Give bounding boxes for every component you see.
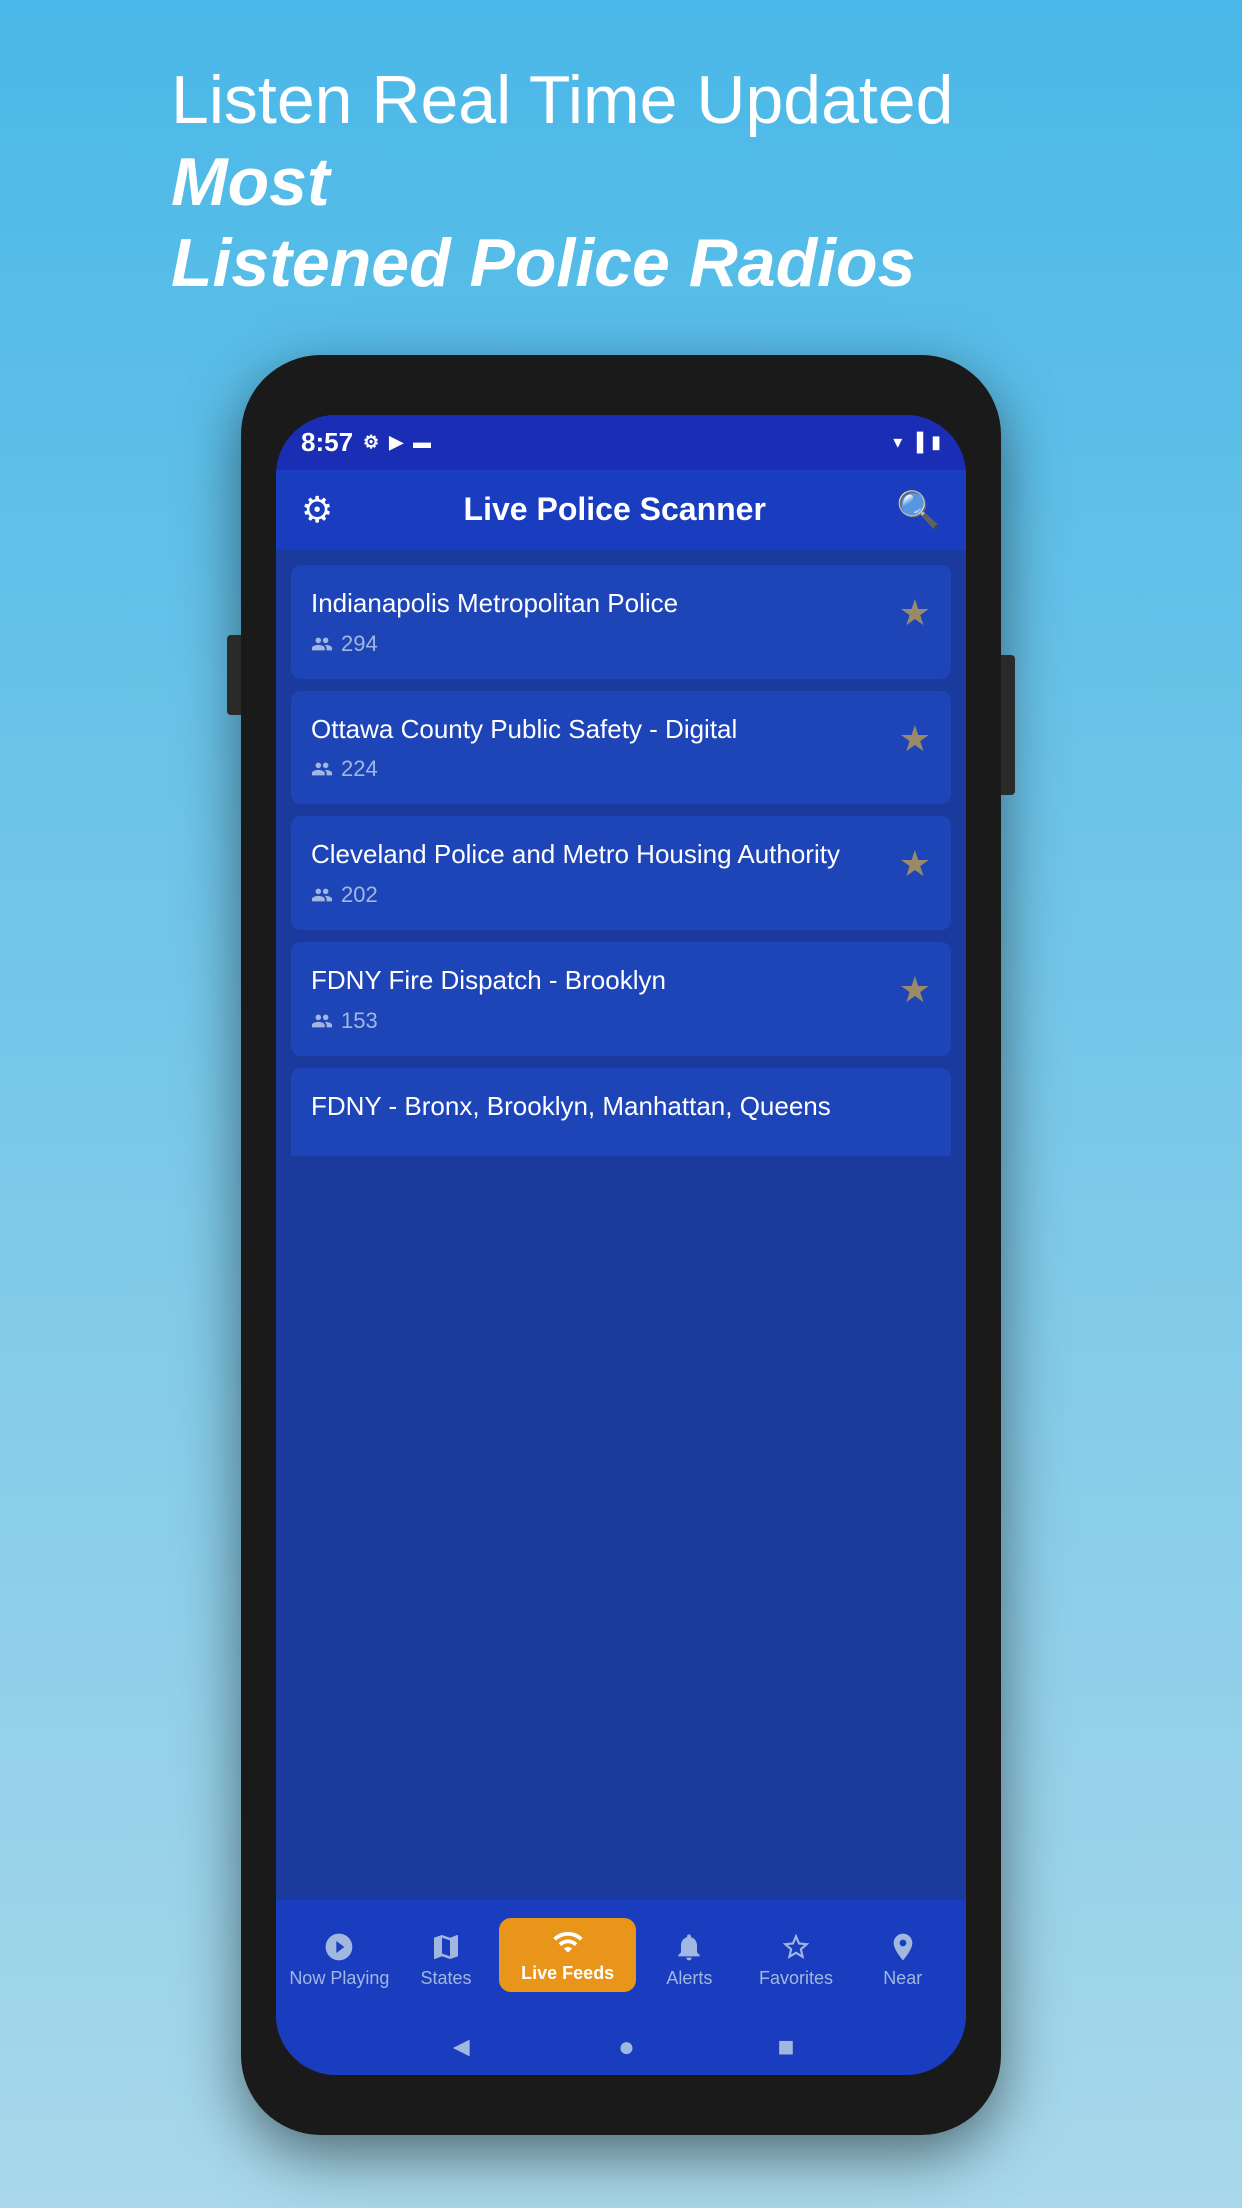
feed-item-2-listeners: 224 [311, 756, 884, 782]
feed-item-3-content: Cleveland Police and Metro Housing Autho… [311, 838, 884, 908]
play-circle-icon [323, 1931, 355, 1963]
feed-item-1-count: 294 [341, 631, 378, 657]
near-icon [887, 1931, 919, 1963]
feed-item-1-title: Indianapolis Metropolitan Police [311, 587, 884, 621]
nav-live-feeds-label: Live Feeds [521, 1963, 614, 1984]
feed-item-4-count: 153 [341, 1008, 378, 1034]
status-bar: 8:57 ⚙ ▶ ▬ ▾ ▐ ▮ [276, 415, 966, 470]
header-line1-text: Listen Real Time Updated [171, 62, 953, 138]
back-button[interactable]: ◄ [447, 2031, 475, 2063]
states-icon [430, 1931, 462, 1963]
status-play-icon: ▶ [389, 432, 403, 453]
feed-item-5-content: FDNY - Bronx, Brooklyn, Manhattan, Queen… [311, 1090, 931, 1134]
app-title: Live Police Scanner [464, 491, 766, 528]
app-settings-icon[interactable]: ⚙ [301, 489, 333, 531]
people-icon-3 [311, 884, 333, 906]
feed-item-1-content: Indianapolis Metropolitan Police 294 [311, 587, 884, 657]
feed-item-4-title: FDNY Fire Dispatch - Brooklyn [311, 964, 884, 998]
feed-item-4-content: FDNY Fire Dispatch - Brooklyn 153 [311, 964, 884, 1034]
nav-live-feeds[interactable]: Live Feeds [499, 1918, 636, 1992]
app-bar: ⚙ Live Police Scanner 🔍 [276, 470, 966, 550]
feed-item-4[interactable]: FDNY Fire Dispatch - Brooklyn 153 ★ [291, 942, 951, 1056]
feed-item-2-count: 224 [341, 756, 378, 782]
nav-alerts-label: Alerts [666, 1968, 712, 1989]
alerts-icon [673, 1931, 705, 1963]
phone-wrapper: 8:57 ⚙ ▶ ▬ ▾ ▐ ▮ ⚙ Live Police Scanner 🔍… [241, 355, 1001, 2135]
status-time: 8:57 [301, 427, 353, 458]
system-bar: ◄ ● ■ [276, 2020, 966, 2075]
nav-now-playing[interactable]: Now Playing [286, 1931, 393, 1989]
feed-item-1-star[interactable]: ★ [899, 592, 931, 634]
header-line1: Listen Real Time Updated Most [171, 60, 1071, 223]
feed-item-3-title: Cleveland Police and Metro Housing Autho… [311, 838, 884, 872]
feed-item-4-star[interactable]: ★ [899, 969, 931, 1011]
nav-favorites[interactable]: Favorites [743, 1931, 850, 1989]
feed-item-4-listeners: 153 [311, 1008, 884, 1034]
feed-item-2[interactable]: Ottawa County Public Safety - Digital 22… [291, 691, 951, 805]
nav-alerts[interactable]: Alerts [636, 1931, 743, 1989]
live-feeds-icon [552, 1926, 584, 1958]
feed-item-3-listeners: 202 [311, 882, 884, 908]
feed-item-2-star[interactable]: ★ [899, 718, 931, 760]
feed-item-2-title: Ottawa County Public Safety - Digital [311, 713, 884, 747]
bottom-nav: Now Playing States Live Feeds Alerts [276, 1900, 966, 2020]
status-settings-icon: ⚙ [363, 432, 379, 453]
header-line1-bold: Most [171, 144, 330, 220]
feed-item-3-count: 202 [341, 882, 378, 908]
status-time-section: 8:57 ⚙ ▶ ▬ [301, 427, 431, 458]
header-line2: Listened Police Radios [171, 223, 1071, 305]
nav-favorites-label: Favorites [759, 1968, 833, 1989]
status-lock-icon: ▬ [413, 432, 431, 453]
nav-now-playing-label: Now Playing [289, 1968, 389, 1989]
phone-screen: 8:57 ⚙ ▶ ▬ ▾ ▐ ▮ ⚙ Live Police Scanner 🔍… [276, 415, 966, 2075]
signal-icon: ▐ [910, 432, 923, 453]
people-icon-1 [311, 633, 333, 655]
content-area: Indianapolis Metropolitan Police 294 ★ O… [276, 550, 966, 1900]
feed-item-1[interactable]: Indianapolis Metropolitan Police 294 ★ [291, 565, 951, 679]
status-right-icons: ▾ ▐ ▮ [893, 432, 941, 453]
nav-near-label: Near [883, 1968, 922, 1989]
favorites-icon [780, 1931, 812, 1963]
wifi-icon: ▾ [893, 432, 902, 453]
people-icon-4 [311, 1010, 333, 1032]
nav-states-label: States [420, 1968, 471, 1989]
nav-states[interactable]: States [393, 1931, 500, 1989]
feed-item-5-title: FDNY - Bronx, Brooklyn, Manhattan, Queen… [311, 1090, 931, 1124]
app-search-icon[interactable]: 🔍 [896, 489, 941, 531]
battery-icon: ▮ [931, 432, 941, 453]
nav-near[interactable]: Near [849, 1931, 956, 1989]
feed-item-3-star[interactable]: ★ [899, 843, 931, 885]
people-icon-2 [311, 758, 333, 780]
feed-item-2-content: Ottawa County Public Safety - Digital 22… [311, 713, 884, 783]
feed-item-1-listeners: 294 [311, 631, 884, 657]
home-button[interactable]: ● [618, 2031, 635, 2063]
header-section: Listen Real Time Updated Most Listened P… [171, 0, 1071, 355]
recent-button[interactable]: ■ [778, 2031, 795, 2063]
feed-item-3[interactable]: Cleveland Police and Metro Housing Autho… [291, 816, 951, 930]
feed-item-5-partial[interactable]: FDNY - Bronx, Brooklyn, Manhattan, Queen… [291, 1068, 951, 1156]
